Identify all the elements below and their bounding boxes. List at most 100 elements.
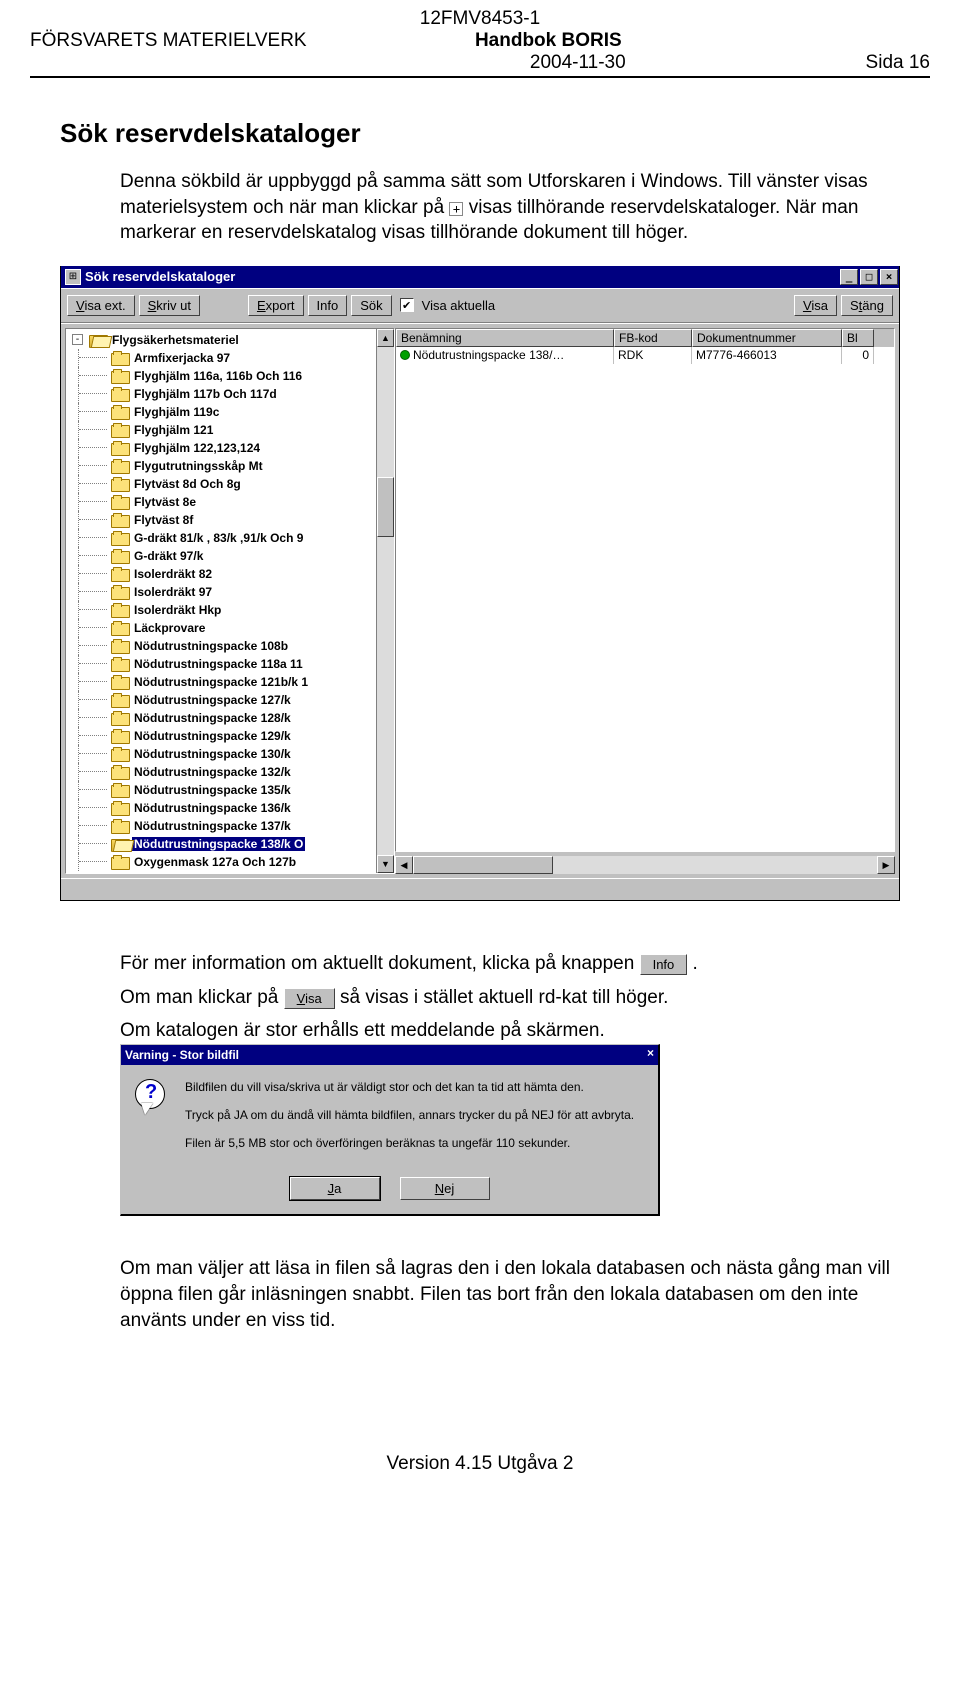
tree-item[interactable]: Nödutrustningspacke 108b (68, 637, 376, 655)
tree-item-label: Armfixerjacka 97 (132, 351, 232, 365)
tree-item[interactable]: Nödutrustningspacke 137/k (68, 817, 376, 835)
column-header[interactable]: Bl (842, 329, 874, 347)
info-paragraph: För mer information om aktuellt dokument… (120, 951, 900, 977)
tree-item-label: Flytväst 8d Och 8g (132, 477, 243, 491)
column-header[interactable]: Benämning (396, 329, 614, 347)
cell-doknr: M7776-466013 (692, 347, 842, 364)
tree-item[interactable]: Nödutrustningspacke 128/k (68, 709, 376, 727)
folder-icon (111, 531, 128, 544)
collapse-icon[interactable]: - (72, 334, 83, 345)
visa-aktuella-checkbox[interactable]: ✔ (400, 298, 414, 312)
folder-icon (111, 783, 128, 796)
tree-item[interactable]: Flytväst 8d Och 8g (68, 475, 376, 493)
tree-item-label: G-dräkt 81/k , 83/k ,91/k Och 9 (132, 531, 305, 545)
no-button[interactable]: Nej (400, 1177, 490, 1200)
tree-item[interactable]: Nödutrustningspacke 135/k (68, 781, 376, 799)
cell-fbkod: RDK (614, 347, 692, 364)
folder-icon (111, 693, 128, 706)
tree-item[interactable]: Nödutrustningspacke 132/k (68, 763, 376, 781)
scroll-up-icon[interactable]: ▲ (377, 329, 394, 347)
dialog-title-bar[interactable]: Varning - Stor bildfil × (121, 1045, 658, 1065)
scroll-left-icon[interactable]: ◀ (395, 856, 413, 874)
tree-parent[interactable]: - Flygsäkerhetsmateriel (68, 331, 376, 349)
tree-item[interactable]: Nödutrustningspacke 127/k (68, 691, 376, 709)
tree-item-label: Flyghjälm 121 (132, 423, 215, 437)
hscroll-thumb[interactable] (413, 856, 553, 874)
tree-item[interactable]: Nödutrustningspacke 129/k (68, 727, 376, 745)
folder-icon (111, 837, 128, 850)
maximize-icon[interactable]: □ (860, 269, 878, 285)
doc-ref: 12FMV8453-1 (30, 8, 930, 30)
warning-dialog: Varning - Stor bildfil × ? Bildfilen du … (120, 1044, 660, 1217)
tree-item[interactable]: G-dräkt 97/k (68, 547, 376, 565)
hscroll-track[interactable] (413, 856, 877, 874)
folder-icon (111, 855, 128, 868)
tree-item[interactable]: Nödutrustningspacke 136/k (68, 799, 376, 817)
minimize-icon[interactable]: _ (840, 269, 858, 285)
tree-item[interactable]: Flytväst 8e (68, 493, 376, 511)
p2-before: För mer information om aktuellt dokument… (120, 953, 640, 974)
tree-item[interactable]: Nödutrustningspacke 130/k (68, 745, 376, 763)
folder-icon (111, 369, 128, 382)
dialog-p3: Filen är 5,5 MB stor och överföringen be… (185, 1135, 634, 1151)
tree-item[interactable]: Flyghjälm 116a, 116b Och 116 (68, 367, 376, 385)
title-bar[interactable]: ⊞ Sök reservdelskataloger _ □ × (61, 266, 899, 288)
visa-ext-button[interactable]: Visa ext. (67, 295, 135, 316)
doc-title: Handbok BORIS (307, 30, 790, 52)
tree-item-label: Nödutrustningspacke 129/k (132, 729, 293, 743)
work-area: - Flygsäkerhetsmateriel Armfixerjacka 97 Fl… (61, 323, 899, 878)
close-icon[interactable]: × (880, 269, 898, 285)
tree-list[interactable]: - Flygsäkerhetsmateriel Armfixerjacka 97 Fl… (66, 329, 376, 873)
stang-button[interactable]: Stäng (841, 295, 893, 316)
export-button[interactable]: Export (248, 295, 304, 316)
scroll-track[interactable] (377, 347, 394, 855)
grid-horizontal-scrollbar[interactable]: ◀ ▶ (395, 856, 895, 874)
tree-item-label: Nödutrustningspacke 118a 11 (132, 657, 305, 671)
tree-item-label: Flygutrutningsskåp Mt (132, 459, 265, 473)
cell-benamning: Nödutrustningspacke 138/… (396, 347, 614, 364)
tree-item[interactable]: Flygutrutningsskåp Mt (68, 457, 376, 475)
tree-item[interactable]: Oxygenmask 127a Och 127b (68, 853, 376, 871)
tree-item[interactable]: Läckprovare (68, 619, 376, 637)
folder-icon (111, 477, 128, 490)
tree-item[interactable]: Nödutrustningspacke 118a 11 (68, 655, 376, 673)
grid-row[interactable]: Nödutrustningspacke 138/…RDKM7776-466013… (396, 347, 894, 364)
scroll-thumb[interactable] (377, 477, 394, 537)
dialog-close-icon[interactable]: × (647, 1047, 654, 1062)
tree-item-label: Nödutrustningspacke 137/k (132, 819, 293, 833)
scroll-down-icon[interactable]: ▼ (377, 855, 394, 873)
info-button[interactable]: Info (308, 295, 348, 316)
inline-info-button[interactable]: Info (640, 954, 688, 976)
skriv-ut-button[interactable]: Skriv ut (139, 295, 200, 316)
tree-item[interactable]: Flytväst 8f (68, 511, 376, 529)
tree-item-label: Nödutrustningspacke 108b (132, 639, 290, 653)
tree-parent-label: Flygsäkerhetsmateriel (110, 333, 241, 347)
intro-paragraph: Denna sökbild är uppbyggd på samma sätt … (120, 169, 900, 246)
tree-item-label: Nödutrustningspacke 138/k O (132, 837, 305, 851)
tree-item[interactable]: G-dräkt 81/k , 83/k ,91/k Och 9 (68, 529, 376, 547)
scroll-right-icon[interactable]: ▶ (877, 856, 895, 874)
tree-item[interactable]: Flyghjälm 119c (68, 403, 376, 421)
grid-header: BenämningFB-kodDokumentnummerBl (396, 329, 894, 347)
tree-item[interactable]: Flyghjälm 122,123,124 (68, 439, 376, 457)
tree-vertical-scrollbar[interactable]: ▲ ▼ (376, 329, 394, 873)
visa-button[interactable]: Visa (794, 295, 837, 316)
tree-item[interactable]: Flyghjälm 117b Och 117d (68, 385, 376, 403)
inline-visa-button[interactable]: Visa (284, 988, 335, 1010)
column-header[interactable]: FB-kod (614, 329, 692, 347)
tree-item[interactable]: Isolerdräkt Hkp (68, 601, 376, 619)
tree-item[interactable]: Isolerdräkt 97 (68, 583, 376, 601)
visa-aktuella-label: Visa aktuella (422, 298, 495, 313)
tree-item[interactable]: Nödutrustningspacke 121b/k 1 (68, 673, 376, 691)
column-header[interactable]: Dokumentnummer (692, 329, 842, 347)
yes-button[interactable]: Ja (290, 1177, 380, 1200)
app-icon: ⊞ (65, 269, 81, 285)
tree-item-label: Nödutrustningspacke 136/k (132, 801, 293, 815)
tree-item[interactable]: Armfixerjacka 97 (68, 349, 376, 367)
tree-item[interactable]: Flyghjälm 121 (68, 421, 376, 439)
tree-item[interactable]: Nödutrustningspacke 138/k O (68, 835, 376, 853)
tree-item[interactable]: Isolerdräkt 82 (68, 565, 376, 583)
tree-item-label: Oxygenmask 127a Och 127b (132, 855, 298, 869)
plus-icon: + (449, 202, 463, 216)
sok-button[interactable]: Sök (351, 295, 391, 316)
